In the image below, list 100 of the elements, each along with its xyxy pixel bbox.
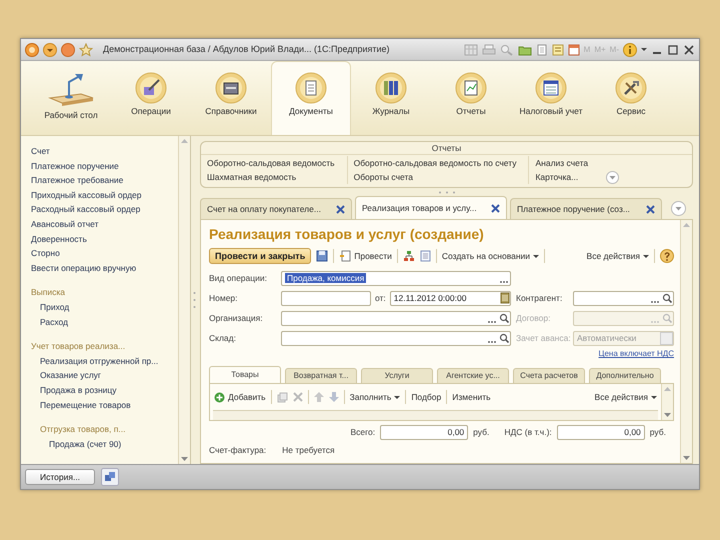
- input-field[interactable]: [281, 310, 511, 326]
- caret-icon[interactable]: [641, 48, 647, 51]
- hierarchy-icon[interactable]: [402, 250, 415, 262]
- input-field[interactable]: [281, 330, 511, 346]
- history-button[interactable]: История...: [25, 468, 96, 486]
- tab[interactable]: Возвратная т...: [285, 368, 357, 383]
- tab[interactable]: Дополнительно: [589, 368, 661, 383]
- input-field[interactable]: [573, 290, 674, 306]
- splitter-handle-icon[interactable]: [436, 191, 456, 194]
- nav-link[interactable]: Ввести операцию вручную: [31, 260, 174, 276]
- arrow-down-icon[interactable]: [328, 392, 339, 402]
- table-icon[interactable]: [464, 44, 478, 56]
- nav-link[interactable]: Платежное поручение: [31, 158, 174, 174]
- calendar-icon[interactable]: [500, 292, 510, 304]
- nav-link[interactable]: Авансовый отчет: [31, 216, 174, 232]
- wand-icon: [135, 72, 167, 104]
- nav-link[interactable]: Реализация отгруженной пр...: [40, 354, 174, 368]
- close-icon[interactable]: [646, 204, 655, 214]
- tab[interactable]: Услуги: [361, 368, 433, 383]
- info-icon[interactable]: [623, 42, 637, 56]
- date-field[interactable]: 12.11.2012 0:00:00: [390, 290, 511, 306]
- report-link[interactable]: Шахматная ведомость: [207, 170, 335, 184]
- tab[interactable]: Счета расчетов: [513, 368, 585, 383]
- section-tab[interactable]: Журналы: [351, 61, 431, 135]
- expand-icon[interactable]: [606, 171, 620, 184]
- copy-icon[interactable]: [276, 392, 288, 402]
- section-tab[interactable]: Справочники: [191, 61, 271, 135]
- menu-icon[interactable]: [43, 42, 57, 56]
- circle-icon[interactable]: [61, 42, 75, 56]
- input-field[interactable]: Продажа, комиссия: [281, 270, 511, 286]
- report-link[interactable]: Оборотно-сальдовая ведомость: [207, 156, 335, 170]
- scroll-up-icon[interactable]: [664, 387, 671, 391]
- nav-link[interactable]: Расход: [40, 314, 174, 330]
- note-icon[interactable]: [552, 44, 564, 56]
- printer-icon[interactable]: [482, 44, 496, 56]
- maximize-icon[interactable]: [667, 44, 679, 56]
- pick-button[interactable]: Подбор: [411, 392, 442, 402]
- nav-link[interactable]: Оказание услуг: [40, 368, 174, 383]
- arrow-up-icon[interactable]: [314, 392, 324, 402]
- search-icon[interactable]: [499, 332, 510, 344]
- star-icon[interactable]: [79, 42, 93, 56]
- input-field[interactable]: [281, 290, 371, 306]
- tab[interactable]: Агентские ус...: [437, 368, 509, 383]
- folder-icon[interactable]: [518, 44, 532, 56]
- calendar-icon[interactable]: [568, 44, 580, 56]
- help-icon[interactable]: [660, 249, 674, 263]
- nav-link[interactable]: Приход: [40, 300, 174, 315]
- create-based-on-button[interactable]: Создать на основании: [442, 250, 540, 262]
- all-actions-button[interactable]: Все действия: [586, 250, 649, 262]
- nav-link[interactable]: Доверенность: [31, 232, 174, 246]
- document-icon[interactable]: [536, 44, 548, 56]
- nav-link[interactable]: Перемещение товаров: [40, 398, 174, 412]
- sheet-icon[interactable]: [420, 250, 431, 262]
- edit-button[interactable]: Изменить: [452, 392, 491, 402]
- report-link[interactable]: Обороты счета: [354, 170, 516, 184]
- close-icon[interactable]: [491, 204, 500, 212]
- nav-link[interactable]: Счет: [31, 144, 174, 159]
- tabs-menu-icon[interactable]: [671, 201, 686, 216]
- scroll-down-icon[interactable]: [683, 456, 690, 460]
- scrollbar[interactable]: [178, 136, 190, 464]
- scroll-down-icon[interactable]: [181, 457, 188, 461]
- scroll-up-icon[interactable]: [683, 223, 690, 227]
- section-tab[interactable]: Рабочий стол: [31, 61, 111, 135]
- post-and-close-button[interactable]: Провести и закрыть: [209, 248, 312, 264]
- post-button[interactable]: Провести: [339, 250, 392, 262]
- close-icon[interactable]: [683, 44, 695, 56]
- fill-button[interactable]: Заполнить: [350, 392, 400, 402]
- splitter-handle-icon[interactable]: [193, 290, 196, 310]
- scroll-down-icon[interactable]: [664, 413, 671, 417]
- price-includes-vat-link[interactable]: Цена включает НДС: [598, 349, 674, 359]
- report-link[interactable]: Анализ счета: [535, 156, 588, 170]
- nav-link[interactable]: Продажа в розницу: [40, 382, 174, 398]
- section-tab[interactable]: Документы: [271, 61, 351, 135]
- close-icon[interactable]: [336, 204, 345, 214]
- section-tab[interactable]: Сервис: [591, 61, 671, 135]
- logo-icon[interactable]: [25, 42, 39, 56]
- search-icon[interactable]: [499, 312, 510, 324]
- section-tab[interactable]: Операции: [111, 61, 191, 135]
- report-link[interactable]: Оборотно-сальдовая ведомость по счету: [354, 156, 516, 170]
- document-tab[interactable]: Платежное поручение (соз...: [510, 198, 662, 219]
- nav-link[interactable]: Продажа (счет 90): [49, 436, 174, 452]
- all-actions-button[interactable]: Все действия: [594, 392, 657, 402]
- tab[interactable]: Товары: [209, 366, 281, 383]
- scrollbar[interactable]: [680, 220, 692, 463]
- document-tab[interactable]: Реализация товаров и услу...: [355, 196, 507, 219]
- nav-link[interactable]: Расходный кассовый ордер: [31, 202, 174, 217]
- nav-link[interactable]: Приходный кассовый ордер: [31, 188, 174, 202]
- delete-icon[interactable]: [292, 392, 303, 402]
- search-icon[interactable]: [662, 292, 673, 304]
- document-tab[interactable]: Счет на оплату покупателе...: [200, 198, 352, 219]
- add-button[interactable]: Добавить: [214, 392, 266, 402]
- section-tab[interactable]: Налоговый учет: [511, 61, 591, 135]
- scrollbar[interactable]: [661, 384, 673, 420]
- nav-link[interactable]: Платежное требование: [31, 173, 174, 188]
- windows-icon[interactable]: [101, 468, 120, 486]
- scroll-up-icon[interactable]: [181, 139, 188, 143]
- nav-link[interactable]: Сторно: [31, 246, 174, 261]
- section-tab[interactable]: Отчеты: [431, 61, 511, 135]
- magnifier-icon[interactable]: [500, 44, 514, 56]
- report-link[interactable]: Карточка...: [535, 170, 588, 184]
